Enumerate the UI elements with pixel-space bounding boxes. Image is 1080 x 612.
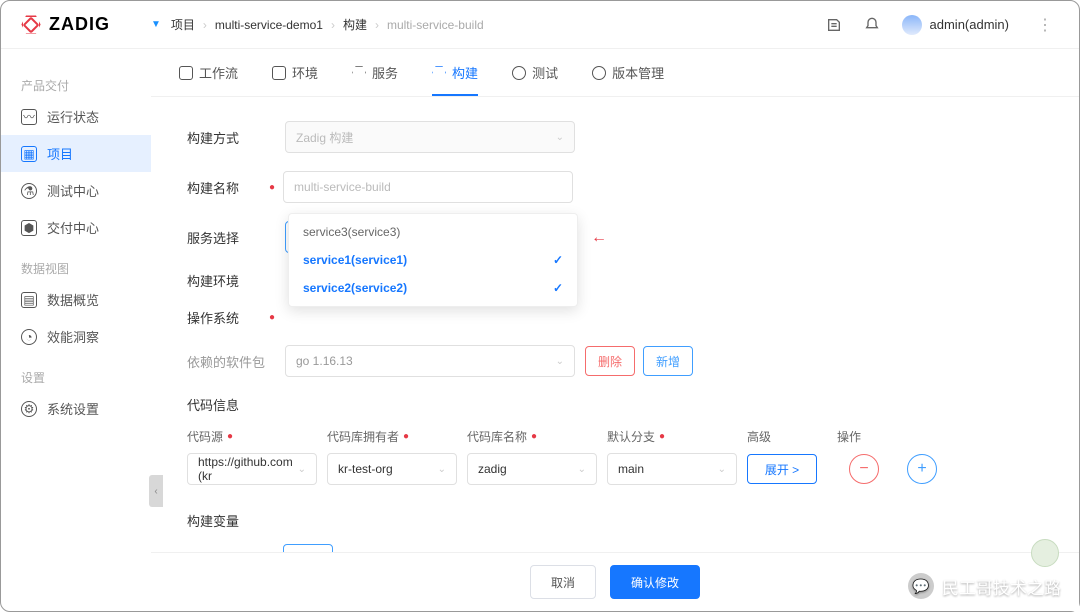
cancel-button[interactable]: 取消 <box>530 565 596 599</box>
section-vars: 构建变量 <box>187 511 1043 530</box>
ping-badge <box>1031 539 1059 567</box>
label-env: 构建环境 <box>187 271 267 290</box>
dd-option-service3[interactable]: service3(service3) <box>289 218 577 246</box>
more-icon[interactable]: ⋮ <box>1031 15 1059 35</box>
input-source[interactable]: https://github.com (kr⌄ <box>187 453 317 485</box>
head-owner: 代码库拥有者 <box>327 428 399 445</box>
breadcrumb: 项目 › multi-service-demo1 › 构建 › multi-se… <box>171 16 826 33</box>
avatar-icon <box>902 15 922 35</box>
tab-build[interactable]: 构建 <box>432 63 478 96</box>
build-icon <box>432 66 446 80</box>
chart-icon: ◔ <box>21 329 37 345</box>
delete-dep-button[interactable]: 删除 <box>585 346 635 376</box>
bc-item: multi-service-build <box>387 18 484 32</box>
label-os: 操作系统 <box>187 308 267 327</box>
tab-env[interactable]: 环境 <box>272 63 318 96</box>
select-dep[interactable]: go 1.16.13⌄ <box>285 345 575 377</box>
gear-icon: ⚙ <box>21 401 37 417</box>
sidebar-collapse-handle[interactable]: ‹ <box>149 475 163 507</box>
user-menu[interactable]: admin(admin) <box>902 15 1009 35</box>
section-code: 代码信息 <box>187 395 1043 414</box>
label-method: 构建方式 <box>187 128 267 147</box>
sidebar-item-insight[interactable]: ◔效能洞察 <box>1 318 151 355</box>
head-branch: 默认分支 <box>607 428 655 445</box>
watermark: 💬 民工哥技术之路 <box>908 573 1061 599</box>
sb-group-deliver: 产品交付 <box>1 71 151 98</box>
sb-group-settings: 设置 <box>1 363 151 390</box>
brand-logo: ZADIG <box>21 14 151 35</box>
sidebar-item-project[interactable]: ▦项目 <box>1 135 151 172</box>
dd-option-service1[interactable]: service1(service1)✓ <box>289 246 577 274</box>
label-deps: 依赖的软件包 <box>187 352 267 371</box>
required-icon: ● <box>269 182 275 193</box>
head-ops: 操作 <box>837 428 861 445</box>
add-dep-button[interactable]: 新增 <box>643 346 693 376</box>
head-advanced: 高级 <box>747 428 771 445</box>
confirm-button[interactable]: 确认修改 <box>610 565 700 599</box>
arrow-annotation: ← <box>591 229 607 247</box>
env-icon <box>272 66 286 80</box>
label-service: 服务选择 <box>187 228 267 247</box>
bell-icon[interactable] <box>864 17 880 33</box>
logo-icon <box>21 15 41 35</box>
input-name[interactable]: multi-service-build <box>283 171 573 203</box>
docs-icon[interactable] <box>826 17 842 33</box>
workflow-icon <box>179 66 193 80</box>
input-branch[interactable]: main⌄ <box>607 453 737 485</box>
tab-test[interactable]: 测试 <box>512 63 558 96</box>
box-icon: ⬢ <box>21 220 37 236</box>
tab-version[interactable]: 版本管理 <box>592 63 664 96</box>
service-dropdown: service3(service3) service1(service1)✓ s… <box>288 213 578 307</box>
wechat-icon: 💬 <box>908 573 934 599</box>
version-icon <box>592 66 606 80</box>
check-icon: ✓ <box>553 281 563 295</box>
flask-icon: ⚗ <box>21 183 37 199</box>
bc-name[interactable]: multi-service-demo1 <box>215 18 323 32</box>
chevron-down-icon: ⌄ <box>556 356 564 367</box>
test-icon <box>512 66 526 80</box>
select-method[interactable]: Zadig 构建⌄ <box>285 121 575 153</box>
dd-option-service2[interactable]: service2(service2)✓ <box>289 274 577 302</box>
sidebar-item-delivery[interactable]: ⬢交付中心 <box>1 209 151 246</box>
check-icon: ✓ <box>553 253 563 267</box>
required-icon: ● <box>269 312 275 323</box>
add-row-button[interactable]: + <box>907 454 937 484</box>
input-owner[interactable]: kr-test-org⌄ <box>327 453 457 485</box>
tab-workflow[interactable]: 工作流 <box>179 63 238 96</box>
tab-service[interactable]: 服务 <box>352 63 398 96</box>
bc-build[interactable]: 构建 <box>343 16 367 33</box>
project-caret-icon[interactable]: ▼ <box>151 19 161 30</box>
head-source: 代码源 <box>187 428 223 445</box>
sb-group-data: 数据视图 <box>1 254 151 281</box>
chevron-down-icon: ⌄ <box>556 132 564 143</box>
sidebar-item-overview[interactable]: ▤数据概览 <box>1 281 151 318</box>
sidebar-item-test[interactable]: ⚗测试中心 <box>1 172 151 209</box>
head-repo: 代码库名称 <box>467 428 527 445</box>
project-icon: ▦ <box>21 146 37 162</box>
sidebar-item-settings[interactable]: ⚙系统设置 <box>1 390 151 427</box>
sidebar-item-status[interactable]: 〰运行状态 <box>1 98 151 135</box>
expand-button[interactable]: 展开 > <box>747 454 817 484</box>
input-repo[interactable]: zadig⌄ <box>467 453 597 485</box>
sidebar: 产品交付 〰运行状态 ▦项目 ⚗测试中心 ⬢交付中心 数据视图 ▤数据概览 ◔效… <box>1 49 151 611</box>
bc-project[interactable]: 项目 <box>171 16 195 33</box>
service-icon <box>352 66 366 80</box>
label-name: 构建名称 <box>187 178 267 197</box>
add-var-button[interactable]: 新增 <box>283 544 333 552</box>
dashboard-icon: ▤ <box>21 292 37 308</box>
status-icon: 〰 <box>21 109 37 125</box>
remove-row-button[interactable]: − <box>849 454 879 484</box>
